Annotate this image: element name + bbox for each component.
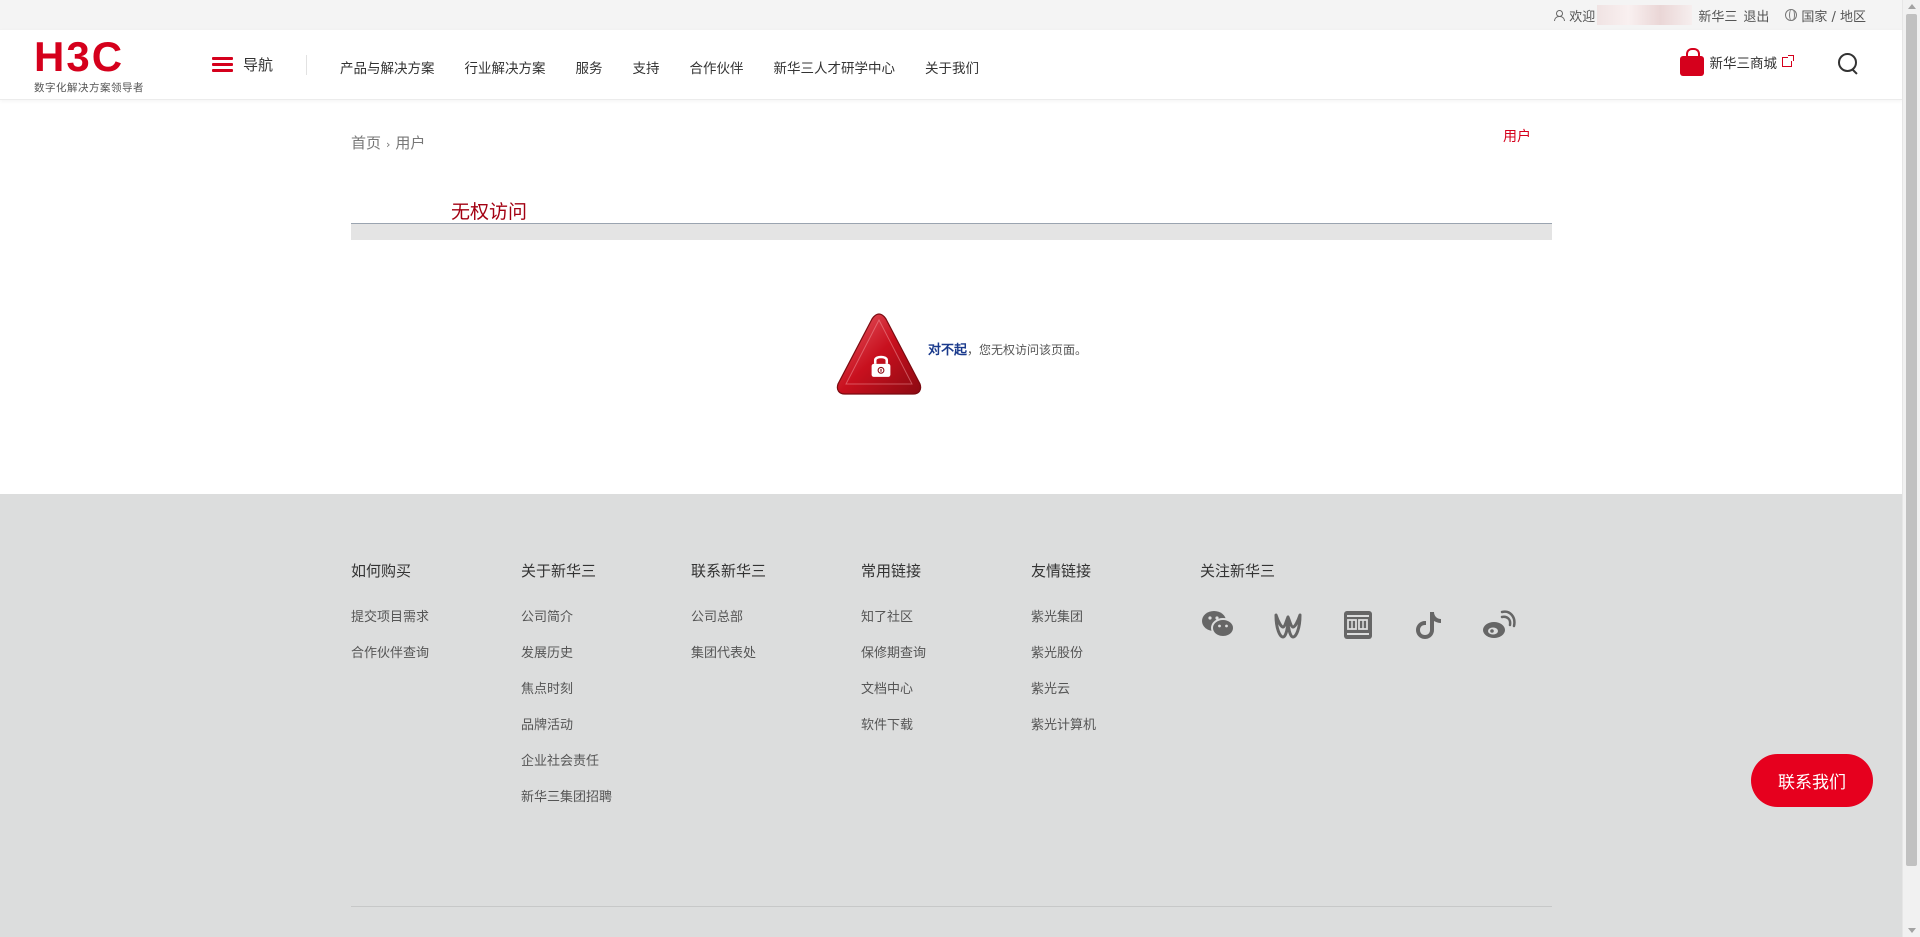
footer-link[interactable]: 焦点时刻 (521, 680, 612, 699)
scroll-up-arrow-icon[interactable] (1908, 4, 1916, 9)
shopping-bag-icon (1679, 48, 1704, 76)
scroll-down-arrow-icon[interactable] (1908, 928, 1916, 933)
logo-tagline: 数字化解决方案领导者 (34, 82, 144, 94)
welcome-text: 欢迎 (1569, 9, 1596, 25)
footer-column-title: 关于新华三 (521, 562, 597, 580)
vertical-scrollbar[interactable] (1902, 0, 1920, 937)
footer-link[interactable]: 提交项目需求 (351, 608, 429, 627)
wechat-icon[interactable] (1200, 607, 1236, 643)
scrollbar-thumb[interactable] (1906, 14, 1917, 866)
toutiao-icon[interactable] (1340, 607, 1376, 643)
nav-item-products[interactable]: 产品与解决方案 (340, 57, 435, 77)
nav-item-about[interactable]: 关于我们 (925, 57, 979, 77)
weishi-icon[interactable] (1270, 607, 1306, 643)
footer-link[interactable]: 软件下载 (861, 716, 926, 735)
footer-column-title: 如何购买 (351, 562, 412, 580)
social-icons (1200, 607, 1550, 643)
nav-item-talent-center[interactable]: 新华三人才研学中心 (774, 57, 896, 77)
region-selector[interactable]: 国家 / 地区 (1801, 6, 1866, 25)
footer-link[interactable]: 合作伙伴查询 (351, 644, 429, 663)
footer-divider (351, 906, 1552, 907)
footer-link[interactable]: 品牌活动 (521, 716, 612, 735)
title-divider (351, 223, 1552, 240)
nav-item-industry[interactable]: 行业解决方案 (465, 57, 546, 77)
external-link-icon (1782, 55, 1794, 67)
message-text: ，您无权访问该页面。 (967, 342, 1088, 357)
nav-item-partners[interactable]: 合作伙伴 (690, 57, 744, 77)
logo-mark: H3C (34, 33, 125, 80)
footer-link[interactable]: 保修期查询 (861, 644, 926, 663)
footer-link[interactable]: 紫光股份 (1031, 644, 1096, 663)
redacted-username (1597, 5, 1693, 25)
shop-link[interactable]: 新华三商城 (1679, 48, 1794, 76)
footer-link[interactable]: 公司简介 (521, 608, 612, 627)
footer-column-about: 关于新华三 公司简介 发展历史 焦点时刻 品牌活动 企业社会责任 新华三集团招聘 (521, 560, 612, 824)
breadcrumb-separator-icon: › (386, 138, 391, 151)
footer-column-title: 常用链接 (861, 562, 922, 580)
contact-us-button[interactable]: 联系我们 (1751, 754, 1873, 807)
page-title: 无权访问 (451, 201, 528, 223)
footer-column-title: 友情链接 (1031, 562, 1092, 580)
nav-menu-button[interactable]: 导航 (212, 54, 273, 75)
user-utility: 欢迎 新华三 退出 国家 / 地区 (1554, 0, 1866, 30)
breadcrumb-home[interactable]: 首页 (351, 134, 381, 152)
douyin-icon[interactable] (1410, 607, 1446, 643)
main-nav: 产品与解决方案 行业解决方案 服务 支持 合作伙伴 新华三人才研学中心 关于我们 (340, 57, 1009, 77)
weibo-icon[interactable] (1480, 607, 1516, 643)
footer-column-buy: 如何购买 提交项目需求 合作伙伴查询 (351, 560, 429, 680)
user-icon (1554, 9, 1566, 21)
nav-divider (306, 55, 307, 75)
breadcrumb: 首页 › 用户 (351, 132, 425, 153)
access-denied-message: 对不起，您无权访问该页面。 (928, 339, 1087, 358)
footer-column-title: 关注新华三 (1200, 562, 1276, 580)
nav-label: 导航 (243, 56, 274, 74)
site-footer: 如何购买 提交项目需求 合作伙伴查询 关于新华三 公司简介 发展历史 焦点时刻 … (0, 494, 1902, 937)
company-name: 新华三 (1698, 9, 1738, 25)
footer-link[interactable]: 紫光集团 (1031, 608, 1096, 627)
footer-link[interactable]: 紫光计算机 (1031, 716, 1096, 735)
shop-label: 新华三商城 (1709, 56, 1778, 72)
footer-column-contact: 联系新华三 公司总部 集团代表处 (691, 560, 766, 680)
breadcrumb-current: 用户 (395, 134, 426, 152)
footer-column-follow: 关注新华三 (1200, 560, 1275, 608)
footer-link[interactable]: 文档中心 (861, 680, 926, 699)
h3c-logo[interactable]: H3C 数字化解决方案领导者 (34, 33, 144, 95)
footer-link[interactable]: 紫光云 (1031, 680, 1096, 699)
footer-column-title: 联系新华三 (691, 562, 767, 580)
side-user-link[interactable]: 用户 (1503, 126, 1531, 146)
lock-icon (871, 355, 891, 377)
hamburger-icon (212, 57, 233, 72)
nav-item-services[interactable]: 服务 (576, 57, 603, 77)
search-icon[interactable] (1838, 53, 1858, 73)
footer-link[interactable]: 新华三集团招聘 (521, 788, 612, 807)
footer-column-friends: 友情链接 紫光集团 紫光股份 紫光云 紫光计算机 (1031, 560, 1096, 752)
message-emphasis: 对不起 (928, 342, 968, 358)
footer-link[interactable]: 企业社会责任 (521, 752, 612, 771)
footer-column-links: 常用链接 知了社区 保修期查询 文档中心 软件下载 (861, 560, 926, 752)
access-denied-notice: 对不起，您无权访问该页面。 (834, 310, 1087, 400)
footer-link[interactable]: 公司总部 (691, 608, 766, 627)
footer-link[interactable]: 集团代表处 (691, 644, 766, 663)
logout-link[interactable]: 退出 (1743, 6, 1769, 25)
site-header: H3C 数字化解决方案领导者 导航 产品与解决方案 行业解决方案 服务 支持 合… (0, 30, 1902, 100)
globe-icon (1785, 9, 1798, 21)
footer-link[interactable]: 发展历史 (521, 644, 612, 663)
warning-triangle-icon (834, 310, 924, 400)
top-utility-bar: 欢迎 新华三 退出 国家 / 地区 (0, 0, 1902, 30)
footer-link[interactable]: 知了社区 (861, 608, 926, 627)
nav-item-support[interactable]: 支持 (633, 57, 660, 77)
